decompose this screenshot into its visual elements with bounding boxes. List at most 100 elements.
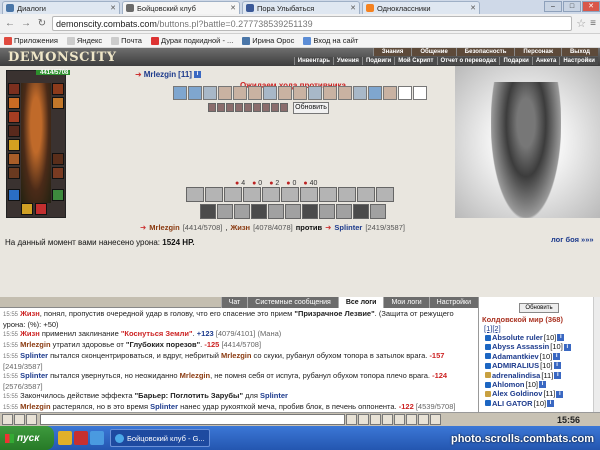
- browser-icon[interactable]: [90, 431, 104, 445]
- browser-tab-dialogs[interactable]: Диалоги ✕: [2, 1, 120, 14]
- user-name[interactable]: Adamantkiev: [492, 352, 539, 361]
- menu-gifts[interactable]: Подарки: [499, 57, 532, 65]
- info-icon[interactable]: i: [553, 362, 561, 370]
- info-icon[interactable]: i: [193, 71, 201, 78]
- bookmark-star-icon[interactable]: ☆: [576, 17, 586, 30]
- user-name[interactable]: Absolute ruler: [492, 333, 543, 342]
- bookmark-mail[interactable]: Почта: [111, 36, 142, 45]
- menu-security[interactable]: Безопасность: [455, 48, 515, 56]
- spell-icon[interactable]: [376, 187, 394, 202]
- item-icon[interactable]: [268, 204, 284, 219]
- user-name[interactable]: Abyss Assassin: [492, 342, 549, 351]
- menu-feats[interactable]: Подвиги: [361, 57, 395, 65]
- bookmark-login[interactable]: Вход на сайт: [303, 36, 358, 45]
- tab-all-logs[interactable]: Все логи: [337, 297, 384, 308]
- character-name[interactable]: Mrlezgin: [221, 351, 251, 360]
- amulet-slot-icon[interactable]: [8, 97, 20, 109]
- tab-system-messages[interactable]: Системные сообщения: [247, 297, 338, 308]
- back-icon[interactable]: ←: [4, 18, 16, 30]
- spell-icon[interactable]: [319, 187, 337, 202]
- technique-icon[interactable]: [218, 86, 232, 100]
- toolbar-button[interactable]: [26, 414, 37, 425]
- menu-settings[interactable]: Настройки: [559, 57, 598, 65]
- start-button[interactable]: пуск: [0, 426, 54, 450]
- user-name[interactable]: ALI GATOR: [492, 399, 533, 408]
- user-list-item[interactable]: ADMIRALIUS [10] i: [485, 361, 571, 370]
- toolbar-button[interactable]: [418, 414, 429, 425]
- minimize-icon[interactable]: –: [544, 1, 562, 12]
- toolbar-button[interactable]: [346, 414, 357, 425]
- toolbar-button[interactable]: [370, 414, 381, 425]
- character-name[interactable]: Splinter: [150, 402, 178, 411]
- armor-slot-icon[interactable]: [8, 125, 20, 137]
- technique-icon[interactable]: [308, 86, 322, 100]
- boots-slot-icon[interactable]: [52, 153, 64, 165]
- reload-icon[interactable]: ↻: [36, 18, 48, 30]
- spell-icon[interactable]: [186, 187, 204, 202]
- spell-icon[interactable]: [205, 187, 223, 202]
- technique-icon[interactable]: [368, 86, 382, 100]
- scrollbar[interactable]: [593, 297, 600, 412]
- item-icon[interactable]: [336, 204, 352, 219]
- spell-icon[interactable]: [357, 187, 375, 202]
- browser-tab-combats[interactable]: Бойцовский клуб ✕: [122, 1, 240, 14]
- character-name[interactable]: Splinter: [260, 391, 288, 400]
- page-link[interactable]: [2]: [492, 324, 500, 333]
- technique-icon[interactable]: [203, 86, 217, 100]
- user-list-item[interactable]: Absolute ruler [10] i: [485, 333, 571, 342]
- technique-icon[interactable]: [293, 86, 307, 100]
- technique-icon[interactable]: [413, 86, 427, 100]
- spell-icon[interactable]: [224, 187, 242, 202]
- url-input[interactable]: demonscity.combats.com/buttons.pl?battle…: [52, 16, 573, 31]
- technique-icon[interactable]: [278, 86, 292, 100]
- technique-icon[interactable]: [323, 86, 337, 100]
- spell-icon[interactable]: [338, 187, 356, 202]
- item-icon[interactable]: [370, 204, 386, 219]
- technique-icon[interactable]: [248, 86, 262, 100]
- tab-settings[interactable]: Настройки: [428, 297, 478, 308]
- refresh-list-button[interactable]: Обновить: [519, 303, 559, 313]
- gloves-slot-icon[interactable]: [8, 167, 20, 179]
- spell-icon[interactable]: [243, 187, 261, 202]
- forward-icon[interactable]: →: [20, 18, 32, 30]
- user-name[interactable]: adrenalindisa: [492, 371, 540, 380]
- tab-my-logs[interactable]: Мои логи: [383, 297, 429, 308]
- rune-slot-icon[interactable]: [52, 189, 64, 201]
- refresh-button[interactable]: Обновить: [293, 102, 329, 114]
- technique-icon[interactable]: [263, 86, 277, 100]
- tab-chat[interactable]: Чат: [220, 297, 248, 308]
- bookmark-irina[interactable]: Ирина Орос: [242, 36, 294, 45]
- technique-icon[interactable]: [353, 86, 367, 100]
- info-icon[interactable]: i: [556, 390, 564, 398]
- menu-transfers[interactable]: Отчет о переводах: [436, 57, 500, 65]
- user-list-item[interactable]: Alex Goldinov [11] i: [485, 389, 571, 398]
- shield-slot-icon[interactable]: [52, 97, 64, 109]
- menu-character[interactable]: Персонаж: [514, 48, 561, 56]
- menu-profile[interactable]: Анкета: [531, 57, 560, 65]
- info-icon[interactable]: i: [554, 371, 562, 379]
- taskbar-window-combats[interactable]: Бойцовский клуб - G...: [110, 429, 210, 447]
- close-tab-icon[interactable]: ✕: [230, 4, 236, 12]
- menu-icon[interactable]: ≡: [590, 18, 596, 29]
- menu-knowledge[interactable]: Знания: [372, 48, 412, 56]
- user-list-item[interactable]: Abyss Assassin [10] i: [485, 342, 571, 351]
- character-name[interactable]: Mrlezgin: [180, 371, 210, 380]
- menu-script[interactable]: Мой Скрипт: [394, 57, 437, 65]
- browser-tab-ok[interactable]: Одноклассники ✕: [362, 1, 480, 14]
- maximize-icon[interactable]: □: [563, 1, 581, 12]
- user-list-item[interactable]: Ahlomon [10] i: [485, 380, 571, 389]
- rune-slot-icon[interactable]: [21, 203, 33, 215]
- menu-inventory[interactable]: Инвентарь: [293, 57, 333, 65]
- character-name[interactable]: Splinter: [20, 351, 48, 360]
- bracer-slot-icon[interactable]: [52, 83, 64, 95]
- belt-slot-icon[interactable]: [8, 153, 20, 165]
- browser-tab-smile[interactable]: Пора Улыбаться ✕: [242, 1, 360, 14]
- spell-icon[interactable]: [281, 187, 299, 202]
- user-name[interactable]: ADMIRALIUS: [492, 361, 539, 370]
- pants-slot-icon[interactable]: [52, 167, 64, 179]
- info-icon[interactable]: i: [553, 352, 561, 360]
- toolbar-button[interactable]: [2, 414, 13, 425]
- item-icon[interactable]: [217, 204, 233, 219]
- helmet-slot-icon[interactable]: [8, 83, 20, 95]
- rune-slot-icon[interactable]: [8, 189, 20, 201]
